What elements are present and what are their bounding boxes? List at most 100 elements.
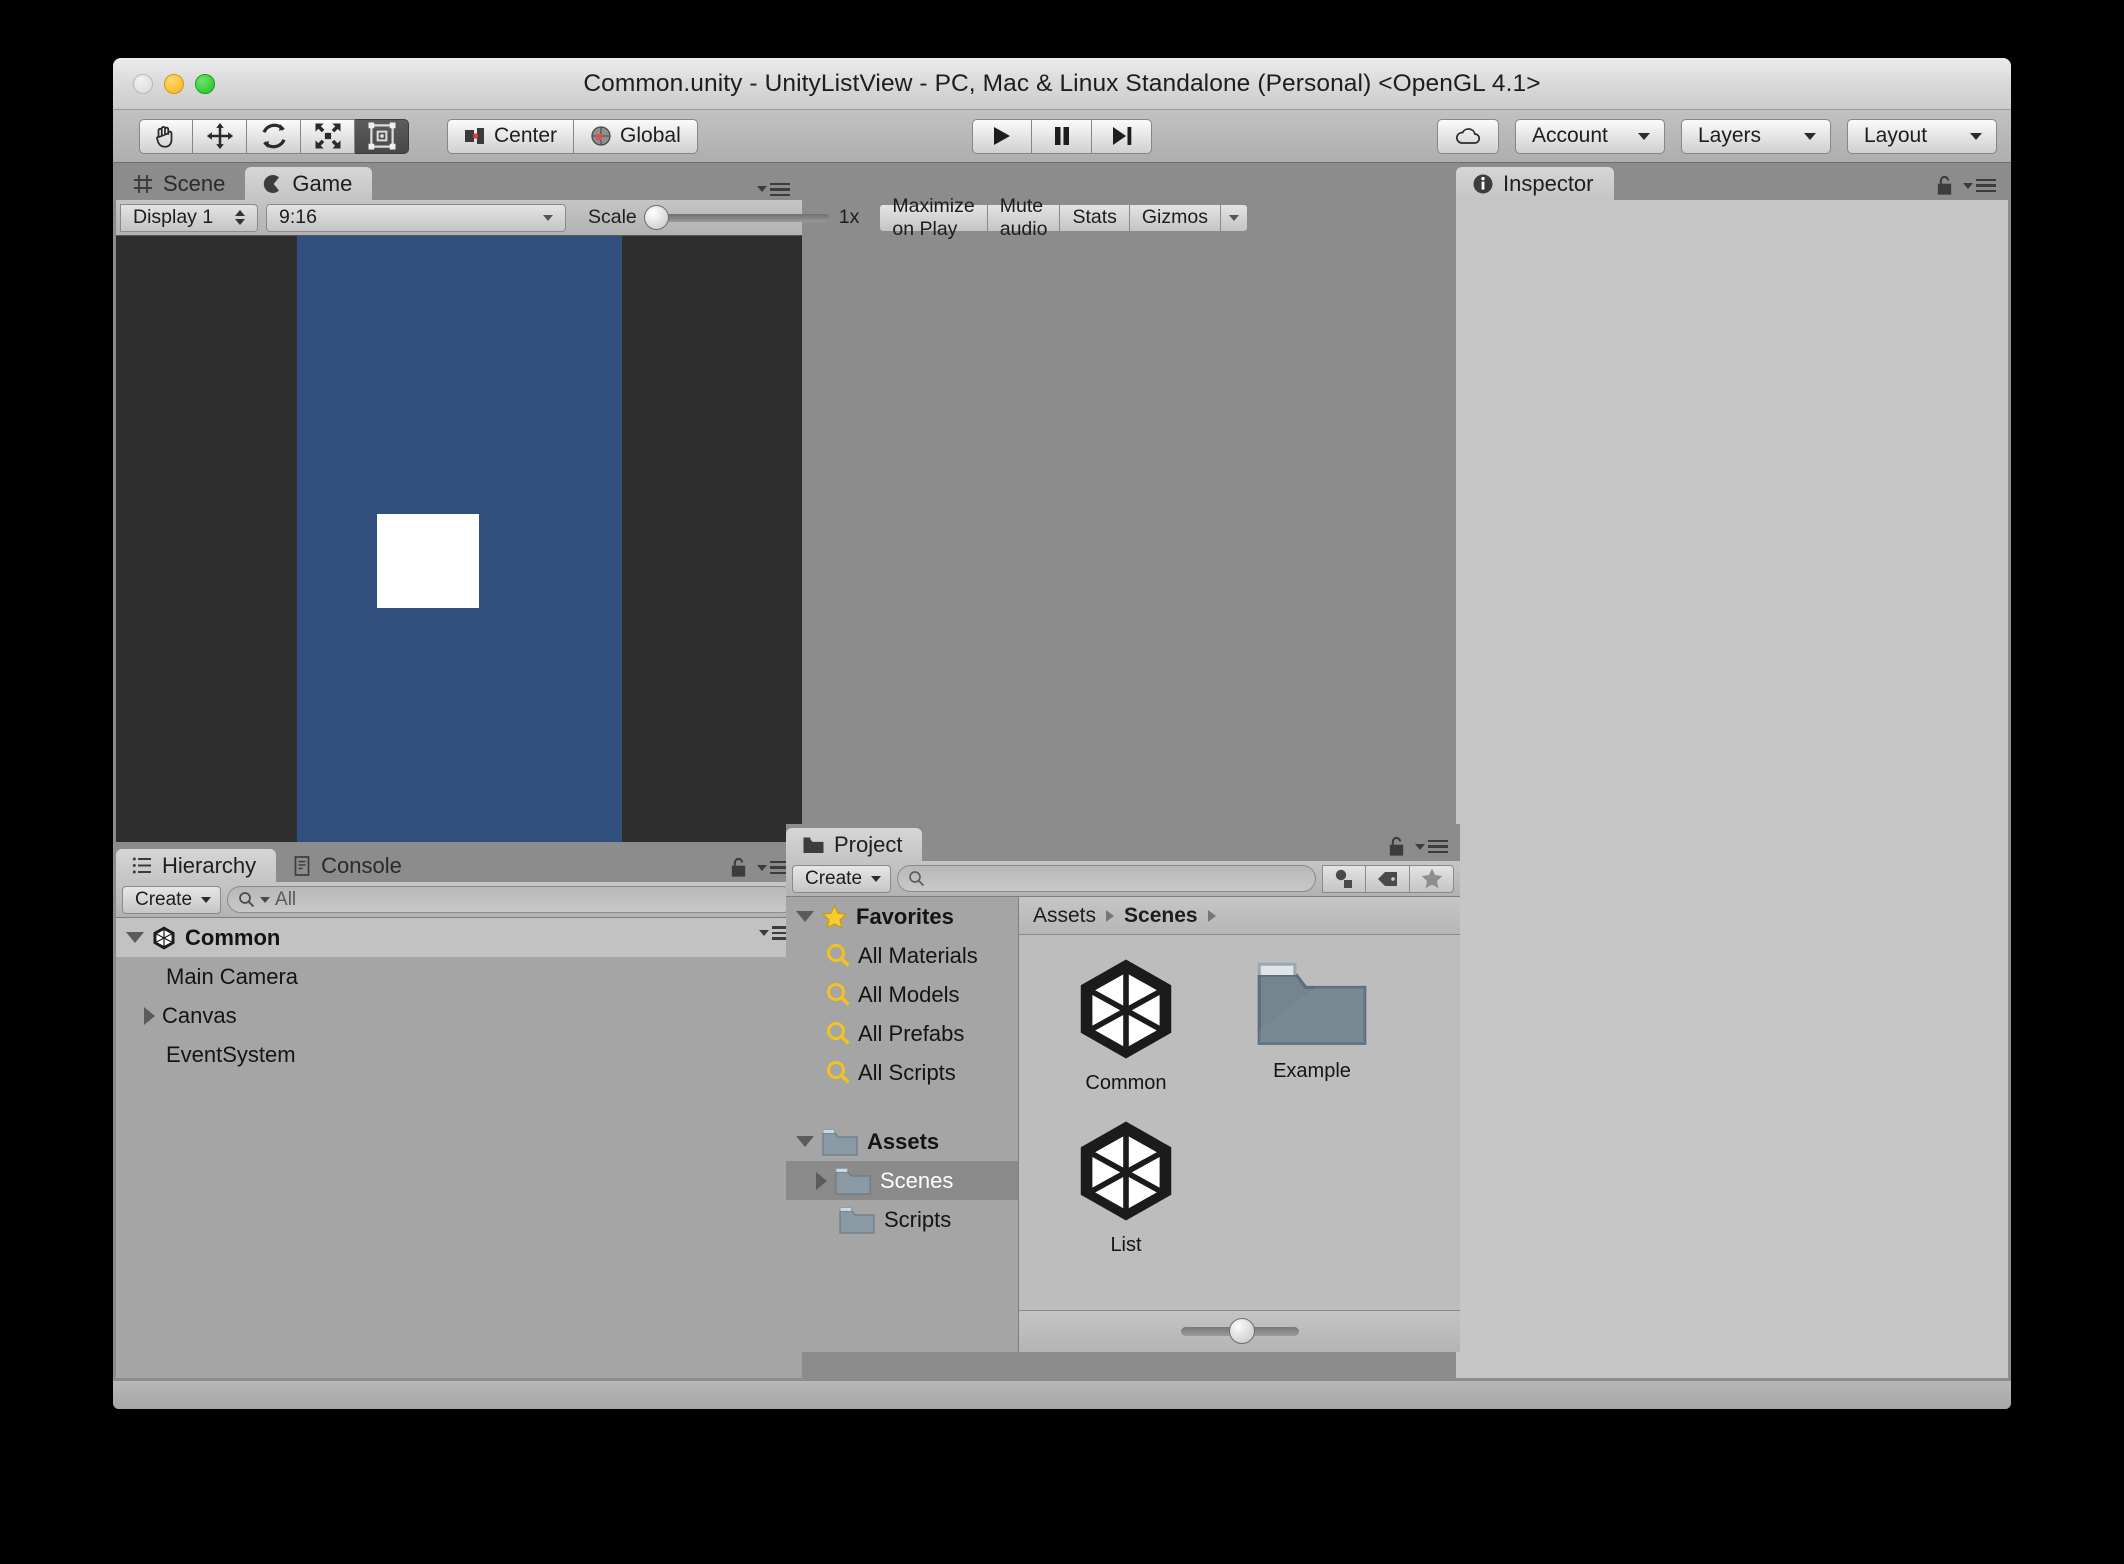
chevron-collapsed-icon[interactable] [144, 1007, 155, 1025]
cloud-services-button[interactable] [1437, 119, 1499, 154]
ui-white-panel [377, 514, 479, 608]
icon-size-slider[interactable] [1181, 1327, 1299, 1336]
minimize-button[interactable] [164, 74, 184, 94]
project-tree: Favorites All Materials All Models All P… [786, 897, 1019, 1352]
unity-scene-icon [151, 925, 177, 951]
panel-menu-icon[interactable] [757, 183, 790, 197]
project-tree-label: Favorites [856, 904, 954, 930]
breadcrumb-arrow-icon [1106, 910, 1114, 922]
hierarchy-create-label: Create [135, 889, 192, 911]
move-tool-button[interactable] [193, 119, 247, 154]
breadcrumb-assets[interactable]: Assets [1033, 904, 1096, 928]
tab-scene[interactable]: Scene [116, 167, 245, 200]
project-tree-scenes[interactable]: Scenes [786, 1161, 1018, 1200]
space-toggle-button[interactable]: Global [574, 119, 698, 154]
project-tree-label: All Models [858, 982, 959, 1008]
project-tree-all-scripts[interactable]: All Scripts [786, 1053, 1018, 1092]
scale-tool-button[interactable] [301, 119, 355, 154]
project-content: Assets Scenes Common Example List [1019, 897, 1460, 1352]
breadcrumb-scenes[interactable]: Scenes [1124, 904, 1198, 928]
panel-menu-icon[interactable] [1963, 179, 1996, 193]
hierarchy-item-main-camera[interactable]: Main Camera [116, 957, 802, 996]
chevron-expanded-icon[interactable] [796, 1136, 814, 1147]
folder-icon [834, 1165, 872, 1197]
asset-item-list[interactable]: List [1043, 1115, 1209, 1257]
main-toolbar: Center Global Account [113, 110, 2011, 163]
folder-icon [821, 1126, 859, 1158]
project-tree-all-materials[interactable]: All Materials [786, 936, 1018, 975]
lock-icon[interactable] [730, 857, 747, 878]
asset-item-common[interactable]: Common [1043, 953, 1209, 1095]
breadcrumb-arrow-icon [1208, 910, 1216, 922]
layout-dropdown[interactable]: Layout [1847, 119, 1997, 154]
chevron-expanded-icon[interactable] [796, 911, 814, 922]
project-tree-assets[interactable]: Assets [786, 1122, 1018, 1161]
chevron-down-icon [871, 876, 881, 882]
up-down-icon [235, 210, 245, 225]
chevron-collapsed-icon[interactable] [816, 1172, 827, 1190]
save-filter-button[interactable] [1410, 865, 1454, 893]
account-dropdown[interactable]: Account [1515, 119, 1665, 154]
tab-scene-label: Scene [163, 171, 225, 197]
window-title: Common.unity - UnityListView - PC, Mac &… [113, 70, 2011, 98]
hierarchy-item-label: Main Camera [166, 964, 298, 990]
search-icon [826, 1021, 851, 1046]
game-tab-options [757, 183, 802, 201]
asset-label: Example [1273, 1060, 1351, 1083]
close-button[interactable] [133, 74, 153, 94]
pivot-toggle-button[interactable]: Center [447, 119, 574, 154]
display-dropdown[interactable]: Display 1 [120, 204, 258, 232]
asset-item-example[interactable]: Example [1229, 953, 1395, 1095]
project-tree-favorites[interactable]: Favorites [786, 897, 1018, 936]
panel-menu-icon[interactable] [1415, 840, 1448, 854]
tab-hierarchy[interactable]: Hierarchy [116, 849, 276, 882]
hierarchy-search-placeholder: All [275, 889, 296, 911]
project-tree-all-models[interactable]: All Models [786, 975, 1018, 1014]
tab-project-label: Project [834, 832, 902, 858]
project-tree-spacer [786, 1092, 1018, 1122]
lock-icon[interactable] [1936, 175, 1953, 196]
project-search-input[interactable] [897, 865, 1316, 892]
game-view-render[interactable] [116, 236, 802, 842]
pause-button[interactable] [1032, 119, 1092, 154]
project-tree-label: All Materials [858, 943, 978, 969]
inspector-tabbar: Inspector [1456, 163, 2008, 200]
tab-game[interactable]: Game [245, 167, 372, 200]
tab-project[interactable]: Project [786, 828, 922, 861]
step-button[interactable] [1092, 119, 1152, 154]
rect-tool-button[interactable] [355, 119, 409, 154]
traffic-lights [133, 58, 215, 110]
aspect-ratio-dropdown[interactable]: 9:16 [266, 204, 566, 232]
project-tabbar: Project [786, 824, 1460, 861]
project-create-button[interactable]: Create [792, 865, 891, 893]
status-bar [113, 1381, 2011, 1409]
toolbar-right-group: Account Layers Layout [1437, 119, 1997, 154]
hierarchy-create-button[interactable]: Create [122, 886, 221, 914]
lock-icon[interactable] [1388, 836, 1405, 857]
tab-console[interactable]: Console [276, 849, 422, 882]
hierarchy-scene-row[interactable]: Common [116, 918, 802, 957]
scale-slider-knob[interactable] [644, 205, 669, 230]
maximize-button[interactable] [195, 74, 215, 94]
scale-slider[interactable] [647, 214, 829, 222]
tab-inspector[interactable]: Inspector [1456, 167, 1614, 200]
chevron-expanded-icon[interactable] [126, 932, 144, 943]
chevron-down-icon [1804, 133, 1816, 140]
unity-scene-icon [1067, 1115, 1185, 1227]
icon-size-slider-knob[interactable] [1229, 1318, 1255, 1344]
hierarchy-item-canvas[interactable]: Canvas [116, 996, 802, 1035]
hierarchy-search-input[interactable]: All [227, 886, 796, 913]
hierarchy-scene-label: Common [185, 925, 280, 951]
hand-tool-button[interactable] [139, 119, 193, 154]
title-bar: Common.unity - UnityListView - PC, Mac &… [113, 58, 2011, 110]
project-tree-all-prefabs[interactable]: All Prefabs [786, 1014, 1018, 1053]
hierarchy-item-eventsystem[interactable]: EventSystem [116, 1035, 802, 1074]
project-tree-scripts[interactable]: Scripts [786, 1200, 1018, 1239]
filter-by-label-button[interactable] [1366, 865, 1410, 893]
chevron-down-icon [1970, 133, 1982, 140]
layers-dropdown[interactable]: Layers [1681, 119, 1831, 154]
chevron-down-icon [260, 897, 270, 903]
filter-by-type-button[interactable] [1322, 865, 1366, 893]
play-button[interactable] [972, 119, 1032, 154]
rotate-tool-button[interactable] [247, 119, 301, 154]
